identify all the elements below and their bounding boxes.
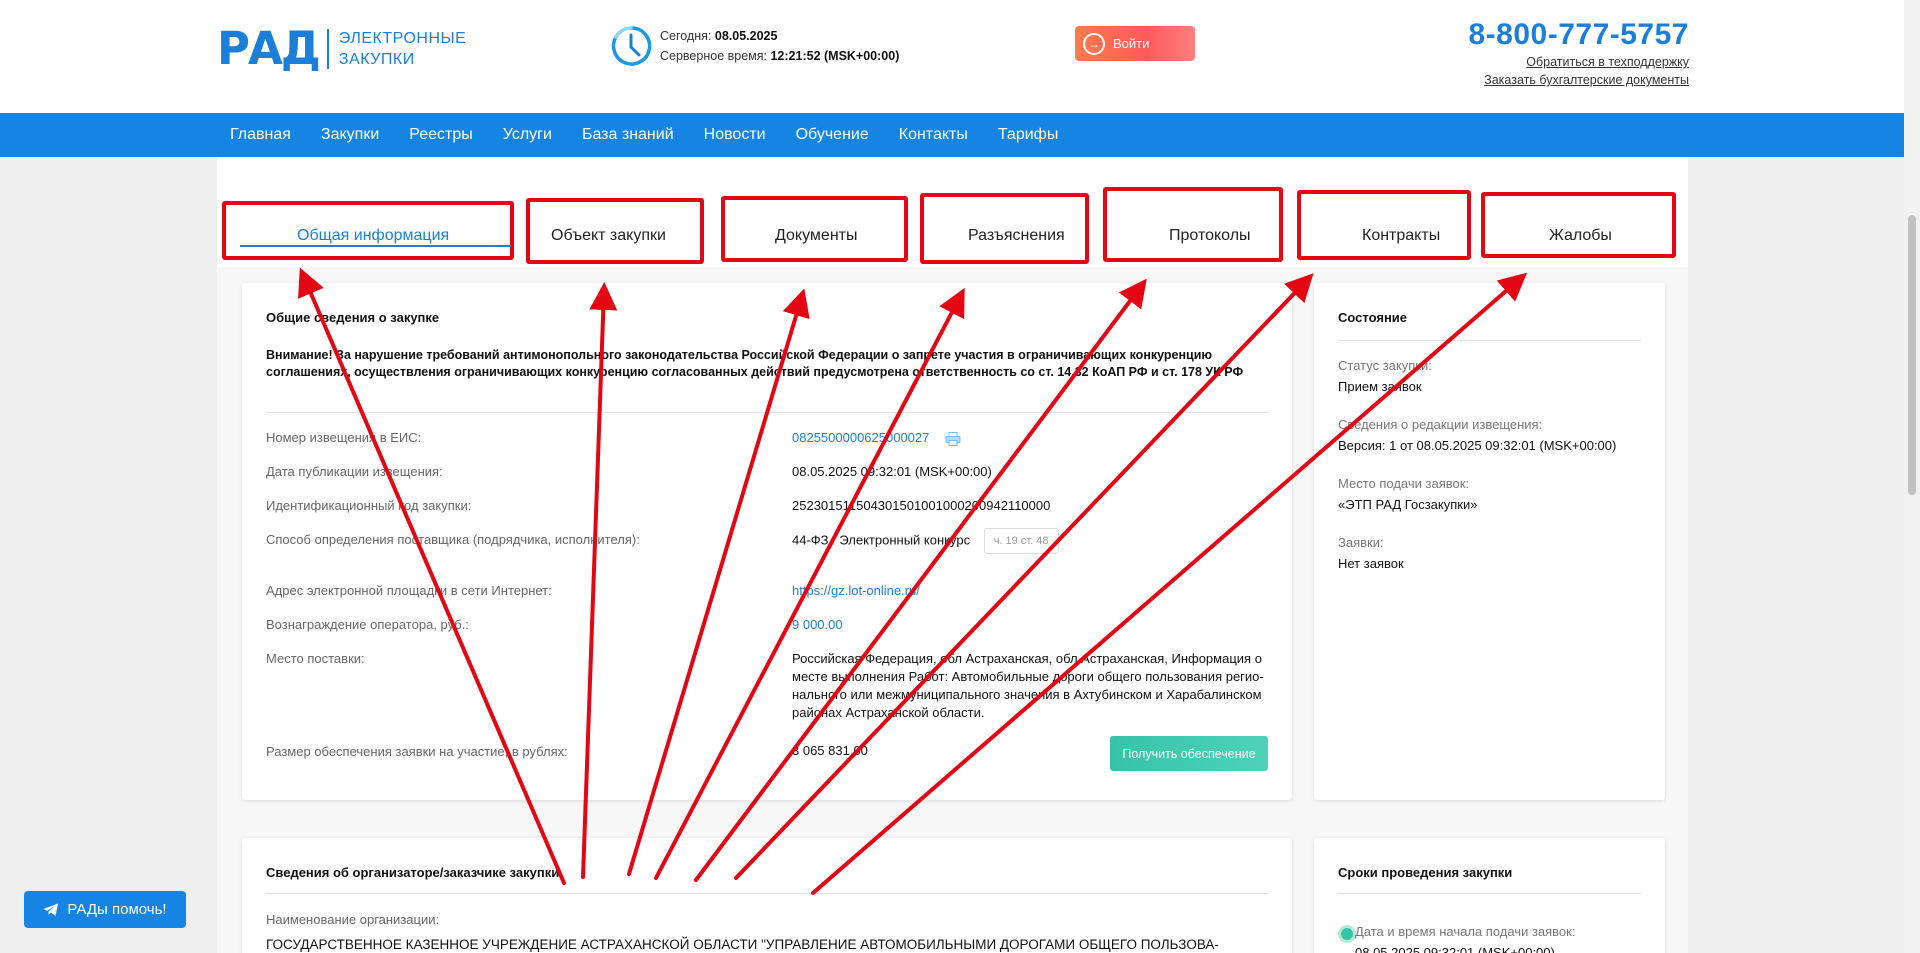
divider xyxy=(1338,340,1641,341)
annotation-box-object xyxy=(526,198,704,264)
deadlines-title: Сроки проведения закупки xyxy=(1338,865,1513,880)
status-title: Состояние xyxy=(1338,310,1408,325)
platform-address-link[interactable]: https://gz.lot-online.ru/ xyxy=(792,583,920,598)
notice-number-link[interactable]: 0825500000625000027 xyxy=(792,430,929,445)
logo[interactable]: РАД ЭЛЕКТРОННЫЕ ЗАКУПКИ xyxy=(217,26,466,71)
annotation-box-contracts xyxy=(1297,190,1471,260)
bid-security-value: 3 065 831.00 xyxy=(792,743,868,758)
main-nav: Главная Закупки Реестры Услуги База знан… xyxy=(0,113,1904,157)
publication-date-value: 08.05.2025 09:32:01 (MSK+00:00) xyxy=(792,464,992,479)
nav-item-news[interactable]: Новости xyxy=(704,126,766,144)
nav-item-training[interactable]: Обучение xyxy=(796,126,869,144)
submission-place-label: Место подачи заявок: xyxy=(1338,476,1470,491)
print-icon[interactable] xyxy=(945,431,961,446)
bid-security-label: Размер обеспечения заявки на участие, в … xyxy=(266,744,568,759)
scrollbar-thumb[interactable] xyxy=(1908,215,1916,495)
divider xyxy=(266,412,1268,413)
general-info-title: Общие сведения о закупке xyxy=(266,310,440,325)
notice-number-row: 0825500000625000027 xyxy=(792,430,961,446)
logo-line2: ЗАКУПКИ xyxy=(338,50,415,68)
organizer-card: Сведения об организаторе/заказчике закуп… xyxy=(242,838,1292,953)
organizer-title: Сведения об организаторе/заказчике закуп… xyxy=(266,865,560,880)
clock-icon xyxy=(611,26,652,66)
notice-edition-value: Версия: 1 от 08.05.2025 09:32:01 (MSK+00… xyxy=(1338,438,1617,453)
server-time-label: Серверное время: xyxy=(660,49,767,63)
timeline-dot xyxy=(1338,925,1356,943)
antitrust-warning: Внимание! За нарушение требований антимо… xyxy=(266,348,1244,379)
date-box: Сегодня: 08.05.2025 Серверное время: 12:… xyxy=(660,26,899,66)
login-button[interactable]: → Войти xyxy=(1075,26,1195,61)
phone-number[interactable]: 8-800-777-5757 xyxy=(1468,17,1689,53)
delivery-place-value: Российская Федерация, обл Астраханская, … xyxy=(792,651,1264,720)
login-label: Войти xyxy=(1113,36,1150,51)
status-card: Состояние Статус закупки: Прием заявок С… xyxy=(1314,283,1665,800)
publication-date-label: Дата публикации извещения: xyxy=(266,464,443,479)
nav-item-tariffs[interactable]: Тарифы xyxy=(998,126,1058,144)
logo-text: ЭЛЕКТРОННЫЕ ЗАКУПКИ xyxy=(339,28,466,70)
annotation-box-documents xyxy=(721,196,908,262)
logo-mark: РАД xyxy=(217,22,321,75)
supplier-method-label: Способ определения поставщика (подрядчик… xyxy=(266,532,640,547)
today-value: 08.05.2025 xyxy=(714,29,778,43)
help-label: РАДы помочь! xyxy=(67,901,167,918)
logo-separator xyxy=(326,28,329,69)
operator-fee-value[interactable]: 9 000.00 xyxy=(792,617,843,632)
purchase-code-label: Идентификационный код закупки: xyxy=(266,498,472,513)
nav-item-services[interactable]: Услуги xyxy=(503,126,552,144)
bids-value: Нет заявок xyxy=(1338,556,1404,571)
active-tab-underline xyxy=(240,245,511,247)
divider xyxy=(1338,893,1641,894)
help-button[interactable]: РАДы помочь! xyxy=(24,891,186,928)
accounting-docs-link[interactable]: Заказать бухгалтерские документы xyxy=(1468,71,1689,89)
divider xyxy=(266,893,1268,894)
notice-edition-label: Сведения о редакции извещения: xyxy=(1338,417,1543,432)
purchase-status-value: Прием заявок xyxy=(1338,379,1422,394)
page-scrollbar[interactable] xyxy=(1904,0,1920,953)
page: РАД ЭЛЕКТРОННЫЕ ЗАКУПКИ Сегодня: 08.05.2… xyxy=(0,0,1904,953)
login-arrow-icon: → xyxy=(1083,32,1105,55)
start-date-value: 08.05.2025 09:32:01 (MSK+00:00) xyxy=(1355,945,1555,953)
annotation-box-clarifications xyxy=(920,193,1089,264)
support-link[interactable]: Обратиться в техподдержку xyxy=(1468,53,1689,71)
law-article-tag: ч. 19 ст. 48 xyxy=(983,528,1059,554)
nav-item-purchases[interactable]: Закупки xyxy=(321,126,379,144)
get-security-button[interactable]: Получить обеспечение xyxy=(1110,736,1268,771)
nav-item-home[interactable]: Главная xyxy=(230,126,291,144)
nav-item-contacts[interactable]: Контакты xyxy=(899,126,968,144)
platform-address-label: Адрес электронной площадки в сети Интерн… xyxy=(266,583,552,598)
annotation-box-protocols xyxy=(1103,187,1283,262)
general-info-card: Общие сведения о закупке Внимание! За на… xyxy=(242,283,1292,800)
supplier-method-row: 44-ФЗ / Электронный конкурс ч. 19 ст. 48 xyxy=(792,528,1059,554)
nav-item-knowledge-base[interactable]: База знаний xyxy=(582,126,674,144)
purchase-status-label: Статус закупки: xyxy=(1338,358,1432,373)
nav-item-registries[interactable]: Реестры xyxy=(409,126,473,144)
operator-fee-label: Вознаграждение оператора, руб.: xyxy=(266,617,469,632)
server-time-value: 12:21:52 (MSK+00:00) xyxy=(770,49,900,63)
content-area: Общая информация Объект закупки Документ… xyxy=(217,157,1688,953)
contact-block: 8-800-777-5757 Обратиться в техподдержку… xyxy=(1468,17,1689,89)
purchase-code-value: 252301511504301501001000200942110000 xyxy=(792,498,1051,513)
submission-place-value: «ЭТП РАД Госзакупки» xyxy=(1338,497,1478,512)
supplier-method-value: 44-ФЗ / Электронный конкурс xyxy=(792,532,971,548)
org-name-label: Наименование организации: xyxy=(266,912,440,927)
delivery-place-label: Место поставки: xyxy=(266,651,365,666)
annotation-box-complaints xyxy=(1481,192,1676,258)
notice-number-label: Номер извещения в ЕИС: xyxy=(266,430,422,445)
header: РАД ЭЛЕКТРОННЫЕ ЗАКУПКИ Сегодня: 08.05.2… xyxy=(0,0,1904,113)
start-date-label: Дата и время начала подачи заявок: xyxy=(1355,924,1576,939)
deadlines-card: Сроки проведения закупки Дата и время на… xyxy=(1314,838,1665,953)
telegram-icon xyxy=(43,903,59,916)
today-label: Сегодня: xyxy=(660,29,712,43)
bids-label: Заявки: xyxy=(1338,535,1384,550)
annotation-box-general xyxy=(222,201,514,260)
org-name-value: ГОСУДАРСТВЕННОЕ КАЗЕННОЕ УЧРЕЖДЕНИЕ АСТР… xyxy=(266,937,1219,952)
logo-line1: ЭЛЕКТРОННЫЕ xyxy=(338,29,467,47)
